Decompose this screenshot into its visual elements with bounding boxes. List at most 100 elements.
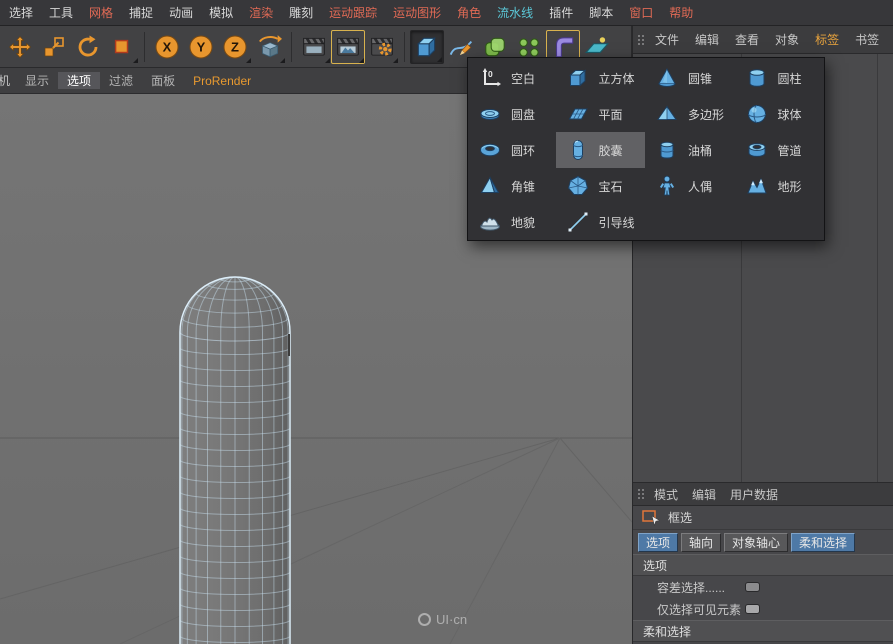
menu-snap[interactable]: 捕捉 bbox=[121, 4, 161, 21]
last-used-tool-button[interactable] bbox=[105, 30, 139, 64]
rectangle-select-icon bbox=[641, 508, 661, 528]
menu-item-capsule[interactable]: 胶囊 bbox=[556, 132, 646, 168]
tab-axis[interactable]: 轴向 bbox=[681, 533, 721, 552]
rotate-tool-icon bbox=[76, 35, 100, 59]
render-to-picture-viewer-button[interactable] bbox=[331, 30, 365, 64]
am-menu-edit[interactable]: 编辑 bbox=[685, 486, 723, 503]
menu-plugins[interactable]: 插件 bbox=[541, 4, 581, 21]
menu-item-label: 油桶 bbox=[688, 142, 712, 159]
cinema4d-window: 选择 工具 网格 捕捉 动画 模拟 渲染 雕刻 运动跟踪 运动图形 角色 流水线… bbox=[0, 0, 893, 644]
viewport-menu-display[interactable]: 显示 bbox=[16, 72, 58, 89]
add-primitive-button[interactable] bbox=[410, 30, 444, 64]
menu-item-cube[interactable]: 立方体 bbox=[556, 60, 646, 96]
capsule-object[interactable] bbox=[180, 277, 290, 644]
menu-item-cylinder[interactable]: 圆柱 bbox=[735, 60, 825, 96]
menu-item-cone[interactable]: 圆锥 bbox=[645, 60, 735, 96]
section-header-soft-selection[interactable]: 柔和选择 bbox=[633, 620, 893, 642]
tolerant-selection-checkbox[interactable] bbox=[745, 582, 760, 592]
menu-window[interactable]: 窗口 bbox=[621, 4, 661, 21]
menu-mograph[interactable]: 运动图形 bbox=[385, 4, 449, 21]
menu-item-label: 立方体 bbox=[599, 70, 635, 87]
z-axis-lock-button[interactable]: Z bbox=[218, 30, 252, 64]
om-menu-file[interactable]: 文件 bbox=[647, 31, 687, 48]
menu-item-label: 多边形 bbox=[688, 106, 724, 123]
array-generator-icon bbox=[516, 34, 542, 60]
menu-item-pyramid[interactable]: 角锥 bbox=[468, 168, 556, 204]
om-menu-tags[interactable]: 标签 bbox=[807, 31, 847, 48]
render-view-icon bbox=[301, 34, 327, 60]
viewport-menu-panel[interactable]: 面板 bbox=[142, 72, 184, 89]
menu-item-torus[interactable]: 圆环 bbox=[468, 132, 556, 168]
coordinate-system-icon bbox=[256, 34, 282, 60]
coordinate-system-button[interactable] bbox=[252, 30, 286, 64]
om-menu-objects[interactable]: 对象 bbox=[767, 31, 807, 48]
render-view-button[interactable] bbox=[297, 30, 331, 64]
viewport-menu-camera-partial[interactable]: 机 bbox=[0, 72, 16, 89]
menu-item-relief[interactable]: 地貌 bbox=[468, 204, 556, 240]
menu-item-figure[interactable]: 人偶 bbox=[645, 168, 735, 204]
menu-tools[interactable]: 工具 bbox=[41, 4, 81, 21]
menu-item-label: 胶囊 bbox=[599, 142, 623, 159]
menu-sculpt[interactable]: 雕刻 bbox=[281, 4, 321, 21]
cone-icon bbox=[654, 65, 680, 91]
menu-item-label: 圆锥 bbox=[688, 70, 712, 87]
menu-item-gem[interactable]: 宝石 bbox=[556, 168, 646, 204]
y-axis-lock-button[interactable]: Y bbox=[184, 30, 218, 64]
menu-pipeline[interactable]: 流水线 bbox=[489, 4, 541, 21]
svg-text:Z: Z bbox=[231, 39, 239, 54]
tab-soft-selection[interactable]: 柔和选择 bbox=[791, 533, 855, 552]
null-object-icon: 0 bbox=[477, 65, 503, 91]
menu-item-polygon[interactable]: 多边形 bbox=[645, 96, 735, 132]
z-axis-icon: Z bbox=[221, 33, 249, 61]
only-visible-elements-checkbox[interactable] bbox=[745, 604, 760, 614]
om-menu-view[interactable]: 查看 bbox=[727, 31, 767, 48]
move-tool-button[interactable] bbox=[3, 30, 37, 64]
pyramid-icon bbox=[477, 173, 503, 199]
tab-options[interactable]: 选项 bbox=[638, 533, 678, 552]
menu-script[interactable]: 脚本 bbox=[581, 4, 621, 21]
om-menu-edit[interactable]: 编辑 bbox=[687, 31, 727, 48]
panel-grip-icon[interactable] bbox=[637, 34, 647, 46]
menu-item-guide[interactable]: 引导线 bbox=[556, 204, 646, 240]
am-menu-mode[interactable]: 模式 bbox=[647, 486, 685, 503]
om-menu-bookmarks[interactable]: 书签 bbox=[847, 31, 887, 48]
menu-item-plane[interactable]: 平面 bbox=[556, 96, 646, 132]
x-axis-icon: X bbox=[153, 33, 181, 61]
menu-item-oil-tank[interactable]: 油桶 bbox=[645, 132, 735, 168]
y-axis-icon: Y bbox=[187, 33, 215, 61]
svg-text:X: X bbox=[163, 39, 172, 54]
menu-item-tube[interactable]: 管道 bbox=[735, 132, 825, 168]
menu-render[interactable]: 渲染 bbox=[241, 4, 281, 21]
watermark-text: UI·cn bbox=[436, 612, 467, 627]
am-menu-userdata[interactable]: 用户数据 bbox=[723, 486, 785, 503]
viewport-menu-filter[interactable]: 过滤 bbox=[100, 72, 142, 89]
menu-item-label: 圆柱 bbox=[778, 70, 802, 87]
menu-select[interactable]: 选择 bbox=[1, 4, 41, 21]
menu-mesh[interactable]: 网格 bbox=[81, 4, 121, 21]
panel-grip-icon[interactable] bbox=[637, 488, 647, 500]
menu-item-terrain[interactable]: 地形 bbox=[735, 168, 825, 204]
render-settings-button[interactable] bbox=[365, 30, 399, 64]
attribute-tabs: 选项 轴向 对象轴心 柔和选择 bbox=[633, 530, 893, 554]
menu-item-disc[interactable]: 圆盘 bbox=[468, 96, 556, 132]
object-manager-scrollbar[interactable] bbox=[877, 54, 878, 482]
menu-item-label: 圆环 bbox=[511, 142, 535, 159]
torus-icon bbox=[477, 137, 503, 163]
rotate-tool-button[interactable] bbox=[71, 30, 105, 64]
menu-motion-tracker[interactable]: 运动跟踪 bbox=[321, 4, 385, 21]
menu-item-label: 地形 bbox=[778, 178, 802, 195]
section-header-options[interactable]: 选项 bbox=[633, 554, 893, 576]
oil-tank-icon bbox=[654, 137, 680, 163]
scale-tool-button[interactable] bbox=[37, 30, 71, 64]
tab-object-axis[interactable]: 对象轴心 bbox=[724, 533, 788, 552]
menu-item-null[interactable]: 0 空白 bbox=[468, 60, 556, 96]
viewport-menu-options[interactable]: 选项 bbox=[58, 72, 100, 89]
menu-character[interactable]: 角色 bbox=[449, 4, 489, 21]
menu-animate[interactable]: 动画 bbox=[161, 4, 201, 21]
viewport-menu-prorender[interactable]: ProRender bbox=[184, 74, 260, 88]
menu-help[interactable]: 帮助 bbox=[661, 4, 701, 21]
floor-environment-icon bbox=[584, 34, 610, 60]
menu-item-sphere[interactable]: 球体 bbox=[735, 96, 825, 132]
menu-simulate[interactable]: 模拟 bbox=[201, 4, 241, 21]
x-axis-lock-button[interactable]: X bbox=[150, 30, 184, 64]
